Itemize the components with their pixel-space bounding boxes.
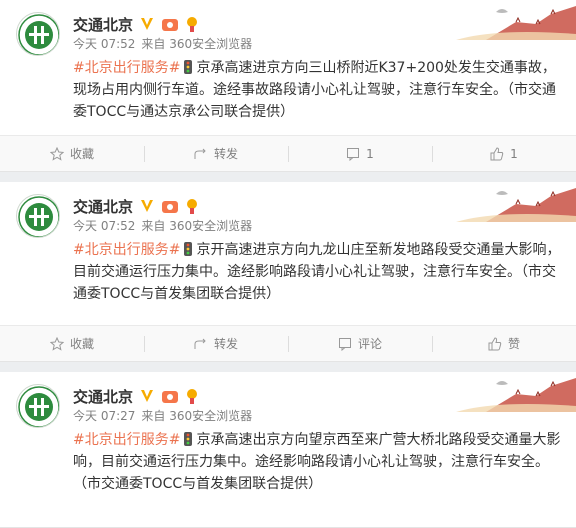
favorite-button[interactable]: 收藏 (0, 136, 144, 171)
verified-icon (141, 18, 154, 30)
post-text: #北京出行服务# 京承高速进京方向三山桥附近K37+200处发生交通事故，现场占用… (0, 54, 576, 133)
repost-button[interactable]: 转发 (144, 326, 288, 361)
great-wall-decoration (456, 378, 576, 412)
comment-icon (338, 337, 351, 351)
verified-icon (141, 200, 154, 212)
weibo-feed: 交通北京 今天 07:52 来自 360安全浏览器 #北京出行服务# 京承高速进京方… (0, 0, 576, 528)
post-time[interactable]: 今天 07:52 (73, 37, 135, 51)
thumbs-up-icon (490, 146, 504, 160)
avatar[interactable] (16, 194, 60, 238)
medal-icon (187, 389, 198, 404)
author-name[interactable]: 交通北京 (73, 196, 133, 217)
post-source: 来自 360安全浏览器 (141, 409, 253, 423)
author-name[interactable]: 交通北京 (73, 14, 133, 35)
member-icon (162, 19, 179, 31)
avatar[interactable] (16, 12, 60, 56)
verified-icon (141, 390, 154, 402)
star-icon (49, 146, 64, 161)
like-button[interactable]: 1 (432, 136, 576, 171)
avatar[interactable] (16, 384, 60, 428)
member-icon (162, 201, 179, 213)
traffic-light-icon (184, 432, 193, 446)
weibo-post: 交通北京 今天 07:52 来自 360安全浏览器 #北京出行服务# 京承高速进京方… (0, 0, 576, 172)
post-time[interactable]: 今天 07:27 (73, 409, 135, 423)
thumbs-up-icon (488, 336, 502, 350)
traffic-light-icon (184, 242, 193, 256)
repost-icon (194, 148, 206, 159)
comment-button[interactable]: 1 (288, 136, 432, 171)
repost-button[interactable]: 转发 (144, 136, 288, 171)
post-actions: 收藏 转发 评论 赞 (0, 325, 576, 361)
favorite-button[interactable]: 收藏 (0, 326, 144, 361)
post-actions: 收藏 转发 1 1 (0, 135, 576, 171)
topic-tag[interactable]: #北京出行服务# (73, 60, 180, 76)
weibo-post: 交通北京 今天 07:52 来自 360安全浏览器 #北京出行服务# 京开高速进京方… (0, 182, 576, 362)
star-icon (49, 336, 64, 351)
medal-icon (187, 17, 198, 32)
post-source: 来自 360安全浏览器 (141, 37, 253, 51)
member-icon (162, 391, 179, 403)
post-time[interactable]: 今天 07:52 (73, 219, 135, 233)
comment-button[interactable]: 评论 (288, 326, 432, 361)
topic-tag[interactable]: #北京出行服务# (73, 432, 180, 448)
traffic-light-icon (184, 60, 193, 74)
topic-tag[interactable]: #北京出行服务# (73, 242, 180, 258)
post-text: #北京出行服务# 京承高速出京方向望京西至来广营大桥北路段受交通量大影响，目前交通… (0, 426, 576, 505)
repost-icon (194, 338, 206, 349)
comment-icon (347, 147, 360, 161)
author-name[interactable]: 交通北京 (73, 386, 133, 407)
medal-icon (187, 199, 198, 214)
like-button[interactable]: 赞 (432, 326, 576, 361)
post-source: 来自 360安全浏览器 (141, 219, 253, 233)
great-wall-decoration (456, 6, 576, 40)
great-wall-decoration (456, 188, 576, 222)
weibo-post: 交通北京 今天 07:27 来自 360安全浏览器 #北京出行服务# 京承高速出京方… (0, 372, 576, 528)
post-text: #北京出行服务# 京开高速进京方向九龙山庄至新发地路段受交通量大影响，目前交通运行… (0, 236, 576, 315)
